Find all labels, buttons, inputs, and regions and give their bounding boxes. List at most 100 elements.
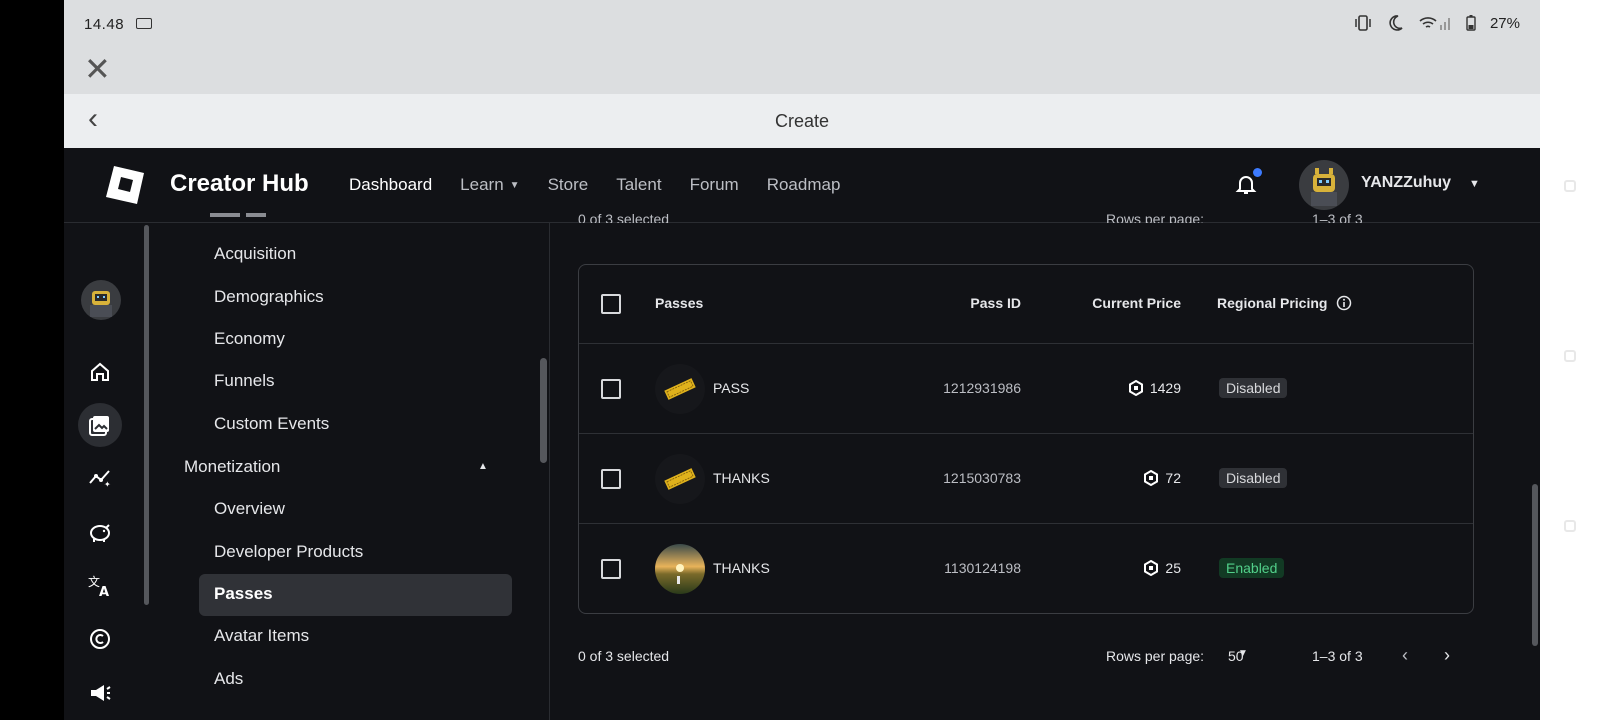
robux-icon: [1144, 470, 1159, 486]
menu-item-funnels[interactable]: Funnels: [214, 371, 274, 391]
analytics-icon[interactable]: ✦: [87, 465, 113, 491]
piggy-bank-icon[interactable]: [87, 519, 113, 545]
megaphone-icon[interactable]: [87, 680, 113, 706]
copyright-icon[interactable]: [87, 626, 113, 652]
content-scrollbar[interactable]: [1532, 484, 1538, 646]
battery-icon: [1466, 15, 1476, 31]
menu-item-avatar-items[interactable]: Avatar Items: [214, 626, 309, 646]
pass-name[interactable]: THANKS: [713, 560, 770, 576]
roblox-logo-icon[interactable]: [104, 164, 146, 206]
row-checkbox[interactable]: [601, 559, 621, 579]
nav-learn-label: Learn: [460, 175, 504, 194]
ghost-icon: [1564, 350, 1576, 362]
pass-price-value: 72: [1165, 470, 1181, 486]
nav-store[interactable]: Store: [548, 175, 589, 195]
image-icon[interactable]: [78, 403, 122, 447]
svg-text:A: A: [99, 585, 109, 599]
icon-rail: ✦ 文A: [64, 223, 148, 720]
top-rows-label: Rows per page:: [1106, 211, 1205, 223]
caret-down-icon: ▼: [1238, 648, 1248, 659]
pass-thumbnail: [655, 364, 705, 414]
android-status-bar: 14.48 27%: [64, 0, 1540, 48]
moon-icon: [1389, 15, 1403, 31]
pass-price-value: 25: [1165, 560, 1181, 576]
left-letterbox: [0, 0, 64, 720]
menu-scrollbar[interactable]: [540, 358, 547, 463]
top-range: 1–3 of 3: [1312, 211, 1363, 223]
menu-item-acquisition[interactable]: Acquisition: [214, 244, 296, 264]
right-panel: [1540, 0, 1600, 720]
status-badge: Enabled: [1219, 558, 1285, 578]
browser-title-bar: ‹ Create: [64, 94, 1540, 148]
username[interactable]: YANZZuhuy: [1361, 174, 1451, 192]
ghost-icon: [1564, 520, 1576, 532]
status-badge: Disabled: [1219, 378, 1288, 398]
pass-thumbnail: [655, 454, 705, 504]
status-badge: Disabled: [1219, 468, 1288, 488]
notification-bell[interactable]: [1234, 168, 1262, 196]
status-time: 14.48: [84, 16, 125, 33]
info-icon[interactable]: [1336, 295, 1352, 311]
nav-dashboard[interactable]: Dashboard: [349, 175, 432, 195]
pass-name[interactable]: PASS: [713, 380, 749, 396]
wifi-signal-icon: [1419, 17, 1450, 30]
browser-close-bar: ✕: [64, 48, 1540, 94]
select-all-checkbox[interactable]: [601, 294, 621, 314]
chevron-left-icon[interactable]: ‹: [1402, 645, 1408, 666]
menu-partial-item: [210, 210, 290, 220]
top-pagination-partial: 0 of 3 selected Rows per page: 1–3 of 3: [578, 205, 1478, 223]
svg-text:✦: ✦: [104, 480, 111, 489]
header-passes: Passes: [655, 295, 704, 311]
caret-up-icon[interactable]: ▲: [478, 461, 488, 472]
table-header: Passes Pass ID Current Price Regional Pr…: [579, 265, 1473, 344]
caret-down-icon[interactable]: ▼: [1469, 178, 1480, 190]
menu-section-monetization[interactable]: Monetization: [184, 457, 280, 477]
chevron-right-icon[interactable]: ›: [1444, 645, 1450, 666]
top-selected-text: 0 of 3 selected: [578, 211, 670, 223]
rail-scrollbar[interactable]: [144, 225, 149, 605]
table-row[interactable]: PASS 1212931986 1429 Disabled: [579, 344, 1473, 434]
menu-item-developer-products[interactable]: Developer Products: [214, 542, 363, 562]
nav-forum[interactable]: Forum: [690, 175, 739, 195]
pass-id: 1215030783: [943, 470, 1021, 486]
menu-item-overview[interactable]: Overview: [214, 499, 285, 519]
menu-item-custom-events[interactable]: Custom Events: [214, 414, 329, 434]
pass-price: 25: [1099, 560, 1181, 576]
menu-item-passes[interactable]: Passes: [214, 584, 273, 604]
header-regional-pricing-label: Regional Pricing: [1217, 295, 1328, 311]
pass-name[interactable]: THANKS: [713, 470, 770, 486]
table-row[interactable]: THANKS 1215030783 72 Disabled: [579, 434, 1473, 524]
menu-item-economy[interactable]: Economy: [214, 329, 285, 349]
pass-price-value: 1429: [1149, 380, 1181, 396]
vibrate-icon: [1355, 15, 1371, 31]
menu-item-ads[interactable]: Ads: [214, 669, 243, 689]
nav-talent[interactable]: Talent: [616, 175, 661, 195]
notification-dot: [1253, 168, 1262, 177]
brand-title[interactable]: Creator Hub: [170, 170, 309, 198]
page-title: Create: [774, 111, 830, 131]
side-menu: Acquisition Demographics Economy Funnels…: [150, 223, 550, 720]
robux-icon: [1144, 560, 1159, 576]
row-checkbox[interactable]: [601, 469, 621, 489]
home-icon[interactable]: [87, 359, 113, 385]
close-icon[interactable]: ✕: [84, 53, 111, 85]
row-checkbox[interactable]: [601, 379, 621, 399]
passes-table: Passes Pass ID Current Price Regional Pr…: [578, 264, 1474, 614]
menu-item-demographics[interactable]: Demographics: [214, 287, 324, 307]
page-range: 1–3 of 3: [1312, 648, 1363, 664]
rows-per-page-label: Rows per page:: [1106, 648, 1205, 664]
caret-down-icon: ▼: [509, 180, 520, 192]
nav-learn[interactable]: Learn ▼: [460, 175, 519, 195]
experience-avatar[interactable]: [81, 280, 121, 320]
ghost-icon: [1564, 180, 1576, 192]
avatar[interactable]: [1299, 160, 1349, 210]
pass-thumbnail: [655, 544, 705, 594]
header-regional-pricing: Regional Pricing: [1217, 295, 1352, 311]
table-row[interactable]: THANKS 1130124198 25 Enabled: [579, 524, 1473, 614]
video-icon: [136, 18, 152, 29]
battery-percent: 27%: [1489, 14, 1520, 32]
pass-price: 1429: [1099, 380, 1181, 396]
translate-icon[interactable]: 文A: [87, 573, 113, 599]
nav-roadmap[interactable]: Roadmap: [767, 175, 841, 195]
nav-links: Dashboard Learn ▼ Store Talent Forum Road…: [349, 175, 840, 195]
